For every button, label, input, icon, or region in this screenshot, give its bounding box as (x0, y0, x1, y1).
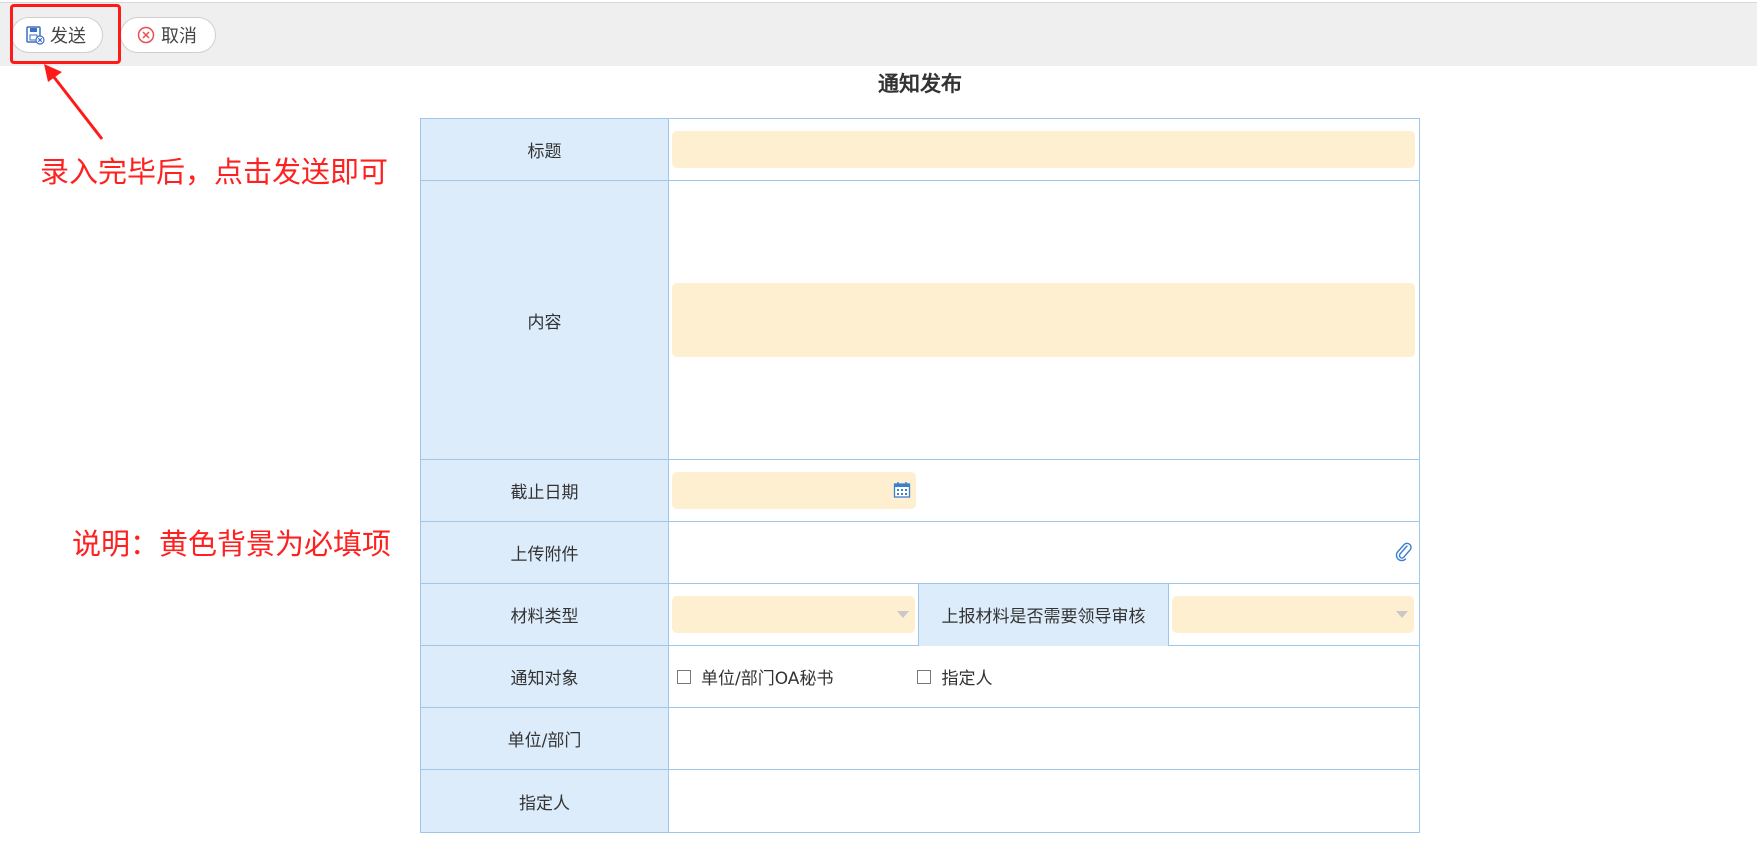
row-dept: 单位/部门 (421, 708, 1419, 770)
content-textarea[interactable] (672, 283, 1415, 357)
row-title: 标题 (421, 119, 1419, 181)
target-option-dept-oa[interactable]: 单位/部门OA秘书 (677, 664, 833, 689)
notice-form: 标题 内容 截止日期 上传附件 材料类型 上报材料是否需要领导审核 通知对象 单… (420, 118, 1420, 833)
review-label: 上报材料是否需要领导审核 (918, 583, 1169, 646)
calendar-icon[interactable] (893, 481, 911, 499)
review-select[interactable] (1172, 596, 1414, 633)
cancel-button-label: 取消 (161, 26, 197, 47)
deadline-date-input[interactable] (672, 472, 916, 509)
page-title: 通知发布 (878, 72, 962, 96)
target-label: 通知对象 (421, 646, 669, 707)
assignee-label: 指定人 (421, 770, 669, 832)
dept-value[interactable] (669, 708, 1419, 769)
row-assignee: 指定人 (421, 770, 1419, 832)
target-option-label: 单位/部门OA秘书 (701, 669, 834, 689)
row-deadline: 截止日期 (421, 460, 1419, 522)
title-label: 标题 (421, 119, 669, 180)
pointer-arrow-icon (44, 64, 104, 140)
title-input[interactable] (672, 131, 1415, 168)
chevron-down-icon (1396, 611, 1408, 618)
send-highlight-box (10, 4, 121, 64)
assignee-value[interactable] (669, 770, 1419, 832)
checkbox[interactable] (917, 669, 932, 684)
target-option-assignee[interactable]: 指定人 (917, 664, 992, 689)
row-content: 内容 (421, 181, 1419, 460)
send-hint-text: 录入完毕后，点击发送即可 (40, 155, 389, 189)
dept-label: 单位/部门 (421, 708, 669, 769)
row-target: 通知对象 单位/部门OA秘书 指定人 (421, 646, 1419, 708)
deadline-label: 截止日期 (421, 460, 669, 521)
required-hint-text: 说明：黄色背景为必填项 (72, 527, 392, 561)
row-material-type: 材料类型 上报材料是否需要领导审核 (421, 583, 1419, 646)
material-type-label: 材料类型 (421, 584, 669, 645)
cancel-circle-icon (136, 25, 156, 45)
chevron-down-icon (897, 611, 909, 618)
checkbox[interactable] (677, 669, 691, 684)
attachment-label: 上传附件 (421, 522, 669, 583)
target-option-label: 指定人 (941, 669, 993, 689)
cancel-button[interactable]: 取消 (120, 17, 216, 53)
paperclip-icon[interactable] (1395, 542, 1413, 562)
content-label: 内容 (421, 181, 669, 459)
material-type-select[interactable] (672, 596, 915, 633)
row-attachment: 上传附件 (421, 522, 1419, 584)
toolbar: 发送 取消 (0, 2, 1757, 66)
